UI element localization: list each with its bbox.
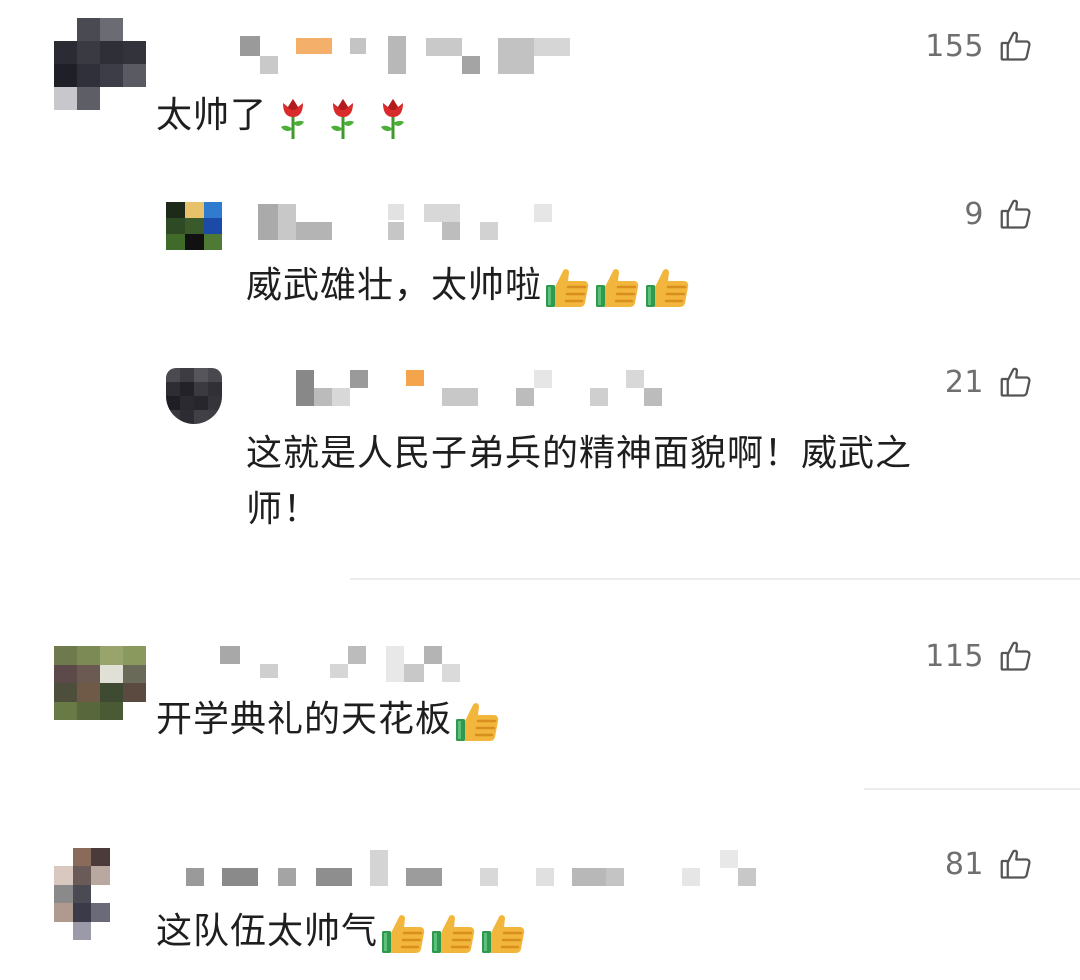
thumbs-up-outline-icon[interactable]: [998, 364, 1034, 400]
avatar[interactable]: [166, 368, 222, 424]
rose-emoji: [369, 93, 417, 141]
thumbs-up-emoji: [380, 909, 428, 957]
divider: [864, 788, 1080, 790]
thumbs-up-emoji: [544, 263, 592, 311]
username-blurred[interactable]: [186, 848, 766, 892]
like-count: 9: [964, 196, 984, 232]
comment-text-row: 开学典礼的天花板: [156, 692, 502, 748]
like-button[interactable]: 155: [925, 28, 1034, 64]
comment-text: 开学典礼的天花板: [156, 699, 453, 740]
like-button[interactable]: 9: [964, 196, 1034, 232]
username-blurred[interactable]: [240, 34, 580, 78]
divider: [350, 578, 1080, 580]
like-count: 21: [944, 364, 984, 400]
like-count: 115: [925, 638, 984, 674]
comment-text: 这队伍太帅气: [156, 911, 379, 952]
comment-text-line: 师！: [246, 489, 321, 530]
like-count: 155: [925, 28, 984, 64]
like-button[interactable]: 81: [945, 846, 1034, 882]
thumbs-up-outline-icon[interactable]: [998, 638, 1034, 674]
username-blurred[interactable]: [258, 202, 558, 246]
comment-text-row: 威武雄壮，太帅啦: [246, 258, 692, 314]
comment-text: 威武雄壮，太帅啦: [246, 265, 543, 306]
like-button[interactable]: 21: [945, 364, 1034, 400]
like-count: 81: [944, 846, 984, 882]
like-button[interactable]: 115: [925, 638, 1034, 674]
thumbs-up-outline-icon[interactable]: [998, 28, 1034, 64]
rose-emoji: [319, 93, 367, 141]
avatar[interactable]: [166, 202, 222, 250]
thumbs-up-emoji: [480, 909, 528, 957]
thumbs-up-emoji: [454, 697, 502, 745]
thumbs-up-emoji: [430, 909, 478, 957]
avatar[interactable]: [54, 646, 146, 720]
username-blurred[interactable]: [220, 644, 480, 688]
thumbs-up-outline-icon[interactable]: [998, 846, 1034, 882]
avatar[interactable]: [54, 18, 146, 110]
thumbs-up-outline-icon[interactable]: [998, 196, 1034, 232]
comment-text: 太帅了: [156, 95, 268, 136]
avatar[interactable]: [54, 848, 110, 940]
username-blurred[interactable]: [296, 368, 676, 412]
comment-text-block: 这就是人民子弟兵的精神面貌啊！威武之 师！: [246, 426, 1006, 538]
comment-text-row: 太帅了: [156, 88, 417, 144]
thumbs-up-emoji: [594, 263, 642, 311]
comment-text-line: 这就是人民子弟兵的精神面貌啊！威武之: [246, 433, 913, 474]
thumbs-up-emoji: [644, 263, 692, 311]
comment-text-row: 这队伍太帅气: [156, 904, 528, 960]
rose-emoji: [269, 93, 317, 141]
